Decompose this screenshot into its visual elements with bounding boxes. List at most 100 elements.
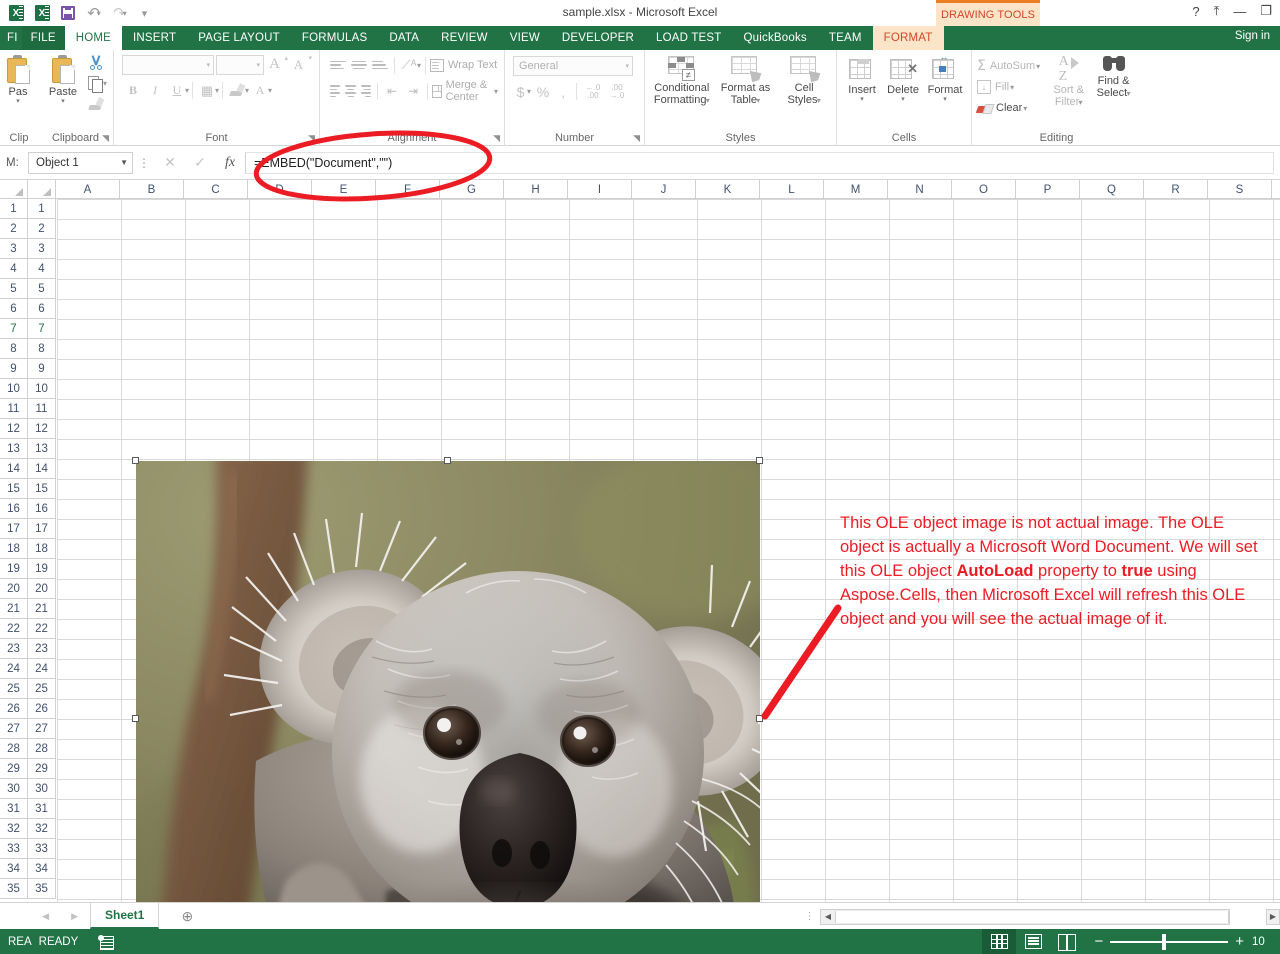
format-cells-button[interactable]: ↔ Format ▾ [924,53,966,104]
column-header-D[interactable]: D [248,180,312,199]
next-sheet-icon[interactable]: ▶ [71,911,78,922]
align-left-button[interactable] [328,82,342,100]
bold-button[interactable]: B [122,80,144,101]
scroll-left-icon[interactable]: ◀ [821,909,835,924]
column-header-J[interactable]: J [632,180,696,199]
zoom-level-label[interactable]: 10 [1252,936,1276,948]
zoom-out-icon[interactable]: − [1094,934,1103,949]
increase-font-size-button[interactable]: A ▴ [266,54,288,75]
row-header-31[interactable]: 31 [28,799,56,819]
decrease-decimal-button[interactable]: .00 →.0 [606,81,628,102]
tab-load-test[interactable]: LOAD TEST [645,26,733,50]
chevron-down-icon[interactable]: ▾ [256,61,260,69]
autosum-button[interactable]: Σ AutoSum ▾ [977,56,1046,76]
tab-team[interactable]: TEAM [818,26,873,50]
resize-handle-ne[interactable] [756,457,763,464]
copy-button[interactable]: ▾ [88,74,107,93]
row-header-3[interactable]: 3 [28,239,56,259]
column-header-K[interactable]: K [696,180,760,199]
column-header-Q[interactable]: Q [1080,180,1144,199]
decrease-font-size-button[interactable]: A ▾ [290,54,312,75]
align-middle-button[interactable] [349,56,369,74]
tab-home[interactable]: HOME [64,26,123,50]
cut-button[interactable] [88,53,107,71]
row-header-29[interactable]: 29 [28,759,56,779]
restore-icon[interactable]: ❐ [1260,3,1272,19]
increase-decimal-button[interactable]: ←.0.00 [582,81,604,102]
find-select-button[interactable]: Find & Select ▾ [1091,54,1136,100]
row-header-26[interactable]: 26 [28,699,56,719]
cell-styles-caret[interactable]: ▾ [815,96,821,105]
borders-caret[interactable]: ▾ [215,86,219,95]
italic-button[interactable]: I [144,80,166,101]
row-header-1[interactable]: 1 [28,199,56,219]
minimize-icon[interactable]: — [1233,4,1246,19]
hscroll-track[interactable]: ◀ [820,908,1230,925]
chevron-down-icon[interactable]: ▼ [120,158,128,167]
sheet-tab-sheet1[interactable]: Sheet1 [90,903,160,929]
row-header-34[interactable]: 34 [28,859,56,879]
copy-caret[interactable]: ▾ [103,79,107,88]
increase-indent-button[interactable]: ⇥ [403,81,423,101]
row-header-28[interactable]: 28 [28,739,56,759]
orientation-caret[interactable]: ▾ [417,61,421,70]
normal-view-button[interactable] [982,929,1017,954]
font-dialog-launcher-icon[interactable]: ◥ [308,133,315,144]
column-header-R[interactable]: R [1144,180,1208,199]
column-header-B[interactable]: B [120,180,184,199]
font-name-input[interactable]: ▾ [122,54,214,75]
conditional-formatting-caret[interactable]: ▾ [703,96,710,105]
row-header-12[interactable]: 12 [28,419,56,439]
tab-insert[interactable]: INSERT [122,26,187,50]
align-top-button[interactable] [328,56,348,74]
enter-formula-icon[interactable]: ✓ [185,154,215,171]
clipboard-dialog-launcher-icon[interactable]: ◥ [102,133,109,144]
column-header-S[interactable]: S [1208,180,1272,199]
sign-in-link[interactable]: Sign in [1235,30,1270,42]
column-header-E[interactable]: E [312,180,376,199]
formula-bar-grip[interactable]: ⋮ [133,156,155,170]
column-header-P[interactable]: P [1016,180,1080,199]
sort-filter-button[interactable]: AZ Sort & Filter ▾ [1046,54,1091,109]
clear-button[interactable]: Clear ▾ [977,98,1046,118]
column-header-A[interactable]: A [56,180,120,199]
paste-button[interactable]: Paste ▾ [40,53,86,106]
tab-data[interactable]: DATA [378,26,430,50]
row-header-15[interactable]: 15 [28,479,56,499]
row-header-22[interactable]: 22 [28,619,56,639]
resize-handle-n[interactable] [444,457,451,464]
number-format-select[interactable]: General ▾ [513,56,633,76]
row-header-13[interactable]: 13 [28,439,56,459]
page-break-preview-button[interactable] [1050,929,1084,954]
font-size-input[interactable]: ▾ [216,54,264,75]
row-header-32[interactable]: 32 [28,819,56,839]
cancel-formula-icon[interactable]: ✕ [155,154,185,171]
alignment-dialog-launcher-icon[interactable]: ◥ [493,133,500,144]
ole-object-picture[interactable] [136,461,760,902]
merge-center-caret[interactable]: ▾ [494,87,498,96]
row-header-24[interactable]: 24 [28,659,56,679]
paste-caret[interactable]: ▾ [61,98,65,106]
insert-function-icon[interactable]: fx [215,155,245,171]
zoom-slider-track[interactable] [1110,933,1229,950]
column-header-F[interactable]: F [376,180,440,199]
percent-button[interactable]: % [533,81,553,102]
align-bottom-button[interactable] [370,56,390,74]
ribbon-display-options-icon[interactable]: ⤒ [1214,3,1220,19]
row-header-17[interactable]: 17 [28,519,56,539]
resize-handle-e[interactable] [756,715,763,722]
row-header-35[interactable]: 35 [28,879,56,899]
row-header-33[interactable]: 33 [28,839,56,859]
format-painter-button[interactable] [88,95,107,113]
row-header-5[interactable]: 5 [28,279,56,299]
fill-color-button[interactable] [226,80,248,101]
sort-filter-caret[interactable]: ▾ [1076,98,1082,107]
row-header-9[interactable]: 9 [28,359,56,379]
row-header-19[interactable]: 19 [28,559,56,579]
resize-handle-w[interactable] [132,715,139,722]
row-header-30[interactable]: 30 [28,779,56,799]
column-header-H[interactable]: H [504,180,568,199]
format-as-table-button[interactable]: Format as Table ▾ [714,55,776,107]
name-box[interactable]: Object 1 ▼ [28,151,133,174]
row-header-20[interactable]: 20 [28,579,56,599]
